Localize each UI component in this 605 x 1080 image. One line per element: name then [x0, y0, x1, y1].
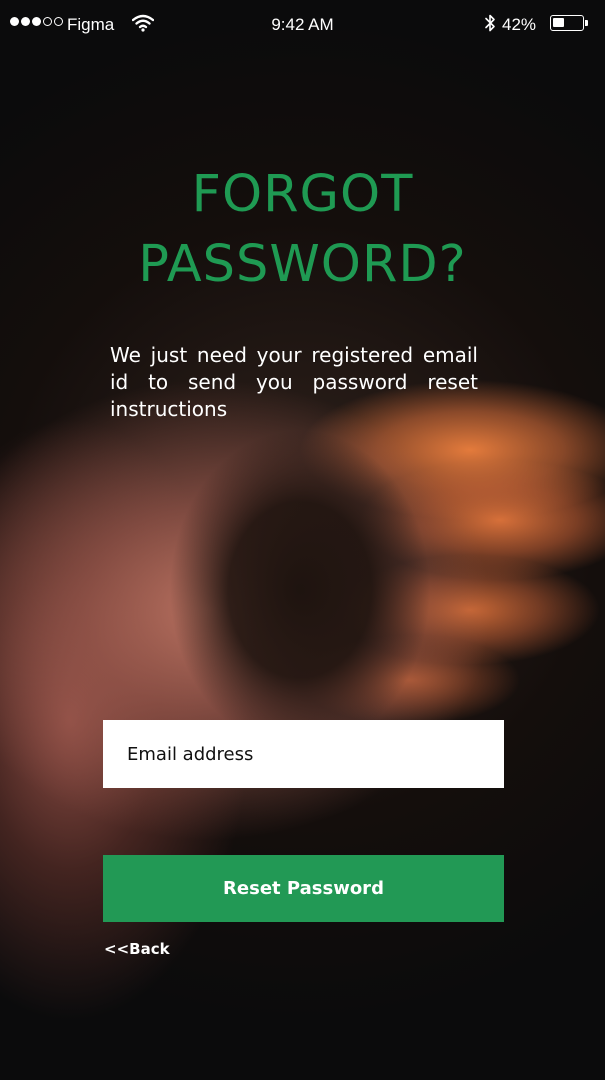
bluetooth-icon [484, 13, 496, 38]
title-line-1: FORGOT [191, 165, 414, 224]
forgot-password-screen: Figma 9:42 AM 42% FORGOT PASSWORD? We ju… [0, 0, 605, 1080]
battery-terminal [585, 20, 588, 26]
title-line-2: PASSWORD? [138, 235, 467, 294]
instructions-text: We just need your registered email id to… [110, 343, 478, 421]
battery-level-fill [553, 18, 564, 27]
page-title: FORGOT PASSWORD? [0, 160, 605, 300]
status-bar: Figma 9:42 AM 42% [0, 0, 605, 50]
reset-password-button[interactable]: Reset Password [103, 855, 504, 922]
battery-percentage: 42% [502, 15, 537, 34]
battery-icon [550, 15, 584, 31]
email-field[interactable] [103, 720, 504, 788]
back-link[interactable]: <<Back [104, 940, 170, 958]
